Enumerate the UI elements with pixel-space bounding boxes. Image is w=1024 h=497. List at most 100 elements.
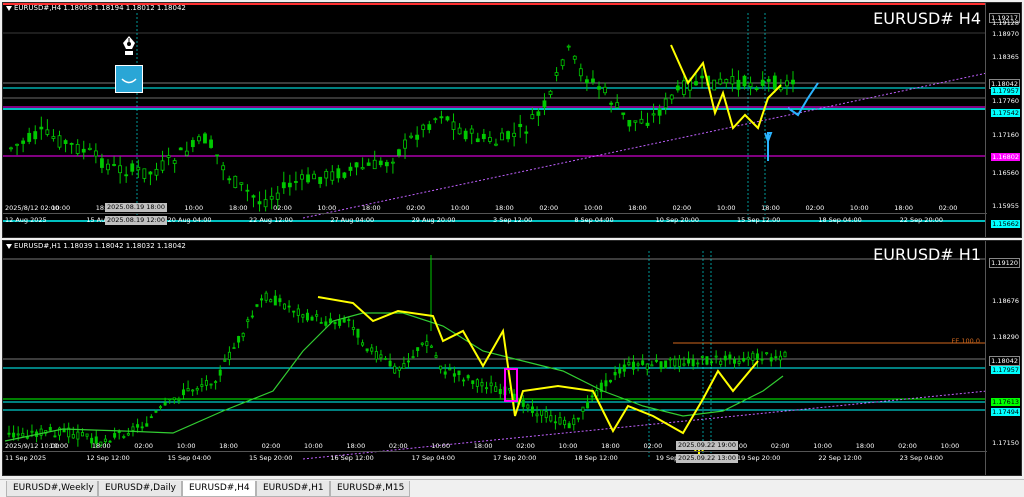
tab-daily[interactable]: EURUSD#,Daily <box>98 481 182 497</box>
h1-price-label: 1.18676 <box>992 297 1019 305</box>
h1-candle-body <box>677 358 681 367</box>
h1-candle-body <box>374 351 378 360</box>
h1-candle-body <box>342 318 346 323</box>
tab-weekly[interactable]: EURUSD#,Weekly <box>6 481 98 497</box>
h1-candle-body <box>191 389 195 392</box>
h1-time-label: 02:00 <box>770 442 790 450</box>
h1-candle-body <box>39 428 43 436</box>
h4-price-label: 1.15662 <box>991 220 1020 228</box>
h4-candle-body <box>348 166 353 171</box>
h4-time-label: 10:00 <box>184 204 204 212</box>
h1-candle-body <box>425 341 429 346</box>
h4-price-label: 1.16560 <box>992 169 1019 177</box>
h4-candle-body <box>106 163 110 171</box>
h1-candle-body <box>778 355 782 361</box>
h4-candle-body <box>87 147 92 150</box>
h1-candle-body <box>181 389 185 396</box>
h1-candle-body <box>209 383 213 386</box>
h4-price-label: 1.18970 <box>992 30 1019 38</box>
h4-price-scale[interactable]: 1.19217 1.19128 1.18970 1.18365 1.18042 1.179… <box>985 3 1021 237</box>
smile-icon[interactable] <box>115 65 143 93</box>
h1-time-label: 10:00 <box>49 442 69 450</box>
h4-candle-body <box>287 182 292 188</box>
h4-candle-body <box>257 201 262 205</box>
h4-price-label: 1.17160 <box>992 131 1019 139</box>
h4-candle-body <box>318 176 323 184</box>
h4-candle-body <box>63 140 68 144</box>
h1-candle-body <box>618 368 622 374</box>
h1-candle-body <box>227 351 231 360</box>
h1-time-label: 02:00 <box>134 442 154 450</box>
h4-candle-body <box>100 158 104 168</box>
h1-candle-body <box>154 410 158 413</box>
h1-price-label: 1.18290 <box>992 333 1019 341</box>
h1-candle-body <box>489 382 493 387</box>
chart-h1[interactable]: EURUSD#,H1 1.18039 1.18042 1.18032 1.180… <box>2 240 1022 476</box>
tab-m15[interactable]: EURUSD#,M15 <box>330 481 410 497</box>
h4-candle-body <box>275 192 280 200</box>
h1-date-label: 19 Sep 20:00 <box>737 454 781 462</box>
h4-time-label: 10:00 <box>51 204 71 212</box>
h4-candle-body <box>112 164 116 166</box>
h1-candle-body <box>397 367 401 371</box>
h1-candle-body <box>641 360 645 365</box>
h1-time-label: 10:00 <box>304 442 323 450</box>
h1-candle-body <box>356 328 360 338</box>
h1-time-axis[interactable]: 2025/9/12 10:00 10:00 18:00 02:00 10:00 18:00… <box>3 441 987 475</box>
h1-chart-canvas[interactable] <box>3 241 987 476</box>
h1-candle-body <box>319 322 323 324</box>
h1-candle-body <box>567 423 571 429</box>
h1-candle-body <box>195 388 199 391</box>
h1-candle-body <box>420 342 424 345</box>
h4-chart-title: EURUSD# H4 <box>873 9 981 28</box>
menu-triangle-icon[interactable] <box>6 5 12 11</box>
h1-candle-body <box>250 315 254 318</box>
h1-candle-body <box>742 358 746 362</box>
h4-candle-body <box>324 170 329 179</box>
h1-candle-body <box>145 423 149 427</box>
h1-price-scale[interactable]: 1.19120 1.18676 1.18290 1.18042 1.17957 1.176… <box>985 241 1021 475</box>
h4-time-axis[interactable]: 2025/8/12 02:0010:0018:0002:0010:0018:00… <box>3 203 987 237</box>
h1-candle-body <box>347 319 351 321</box>
h4-candle-body <box>578 68 583 77</box>
h1-candle-body <box>214 381 218 383</box>
h4-candle-body <box>663 98 668 109</box>
h1-candle-body <box>264 292 268 301</box>
h1-candle-body <box>163 402 167 406</box>
h4-candle-body <box>506 131 510 140</box>
h4-candle-body <box>263 199 268 208</box>
tab-h4[interactable]: EURUSD#,H4 <box>182 481 256 497</box>
h1-candle-body <box>710 361 714 364</box>
h1-candle-body <box>85 433 89 437</box>
h4-candle-body <box>633 120 638 123</box>
h4-candle-body <box>445 116 450 121</box>
h4-candle-body <box>81 148 86 153</box>
h4-candle-body <box>15 143 19 146</box>
h4-time-label: 02:00 <box>406 204 425 212</box>
h4-candle-body <box>591 78 595 83</box>
h4-price-label: 1.15955 <box>992 202 1019 210</box>
menu-triangle-icon[interactable] <box>6 243 12 249</box>
h4-date-label: 8 Sep 04:00 <box>574 216 614 224</box>
chart-h4[interactable]: EURUSD#,H4 1.18058 1.18194 1.18012 1.180… <box>2 2 1022 238</box>
h4-time-label: 10:00 <box>716 204 736 212</box>
h1-price-label: 1.19120 <box>989 258 1020 268</box>
h1-candle-body <box>186 388 190 392</box>
h4-candle-body <box>457 127 462 135</box>
h1-time-label: 10:00 <box>940 442 960 450</box>
tab-h1[interactable]: EURUSD#,H1 <box>256 481 330 497</box>
h4-candle-body <box>172 160 177 164</box>
up-arrow-icon <box>764 132 773 161</box>
h1-time-label: 18:00 <box>473 442 493 450</box>
h4-candle-body <box>475 138 480 143</box>
h1-candle-body <box>168 398 172 401</box>
h1-candle-body <box>12 432 16 438</box>
h1-candle-body <box>388 360 392 367</box>
h1-candle-body <box>351 327 355 330</box>
h4-date-label: 29 Aug 20:00 <box>411 216 456 224</box>
h1-candle-body <box>586 401 590 409</box>
h1-candle-body <box>530 406 534 413</box>
h1-candle-body <box>310 316 314 321</box>
h1-candle-body <box>260 298 264 301</box>
h4-candle-body <box>651 113 656 116</box>
